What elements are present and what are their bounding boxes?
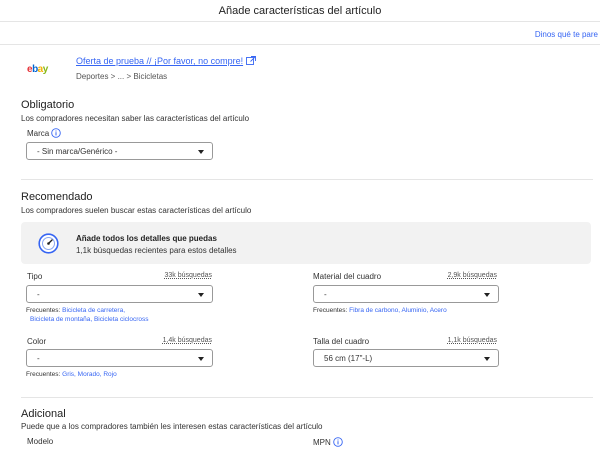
tipo-select-value: - [37, 290, 40, 299]
recommended-section-title: Recomendado [21, 191, 93, 203]
material-select[interactable]: - [313, 285, 499, 303]
additional-section-title: Adicional [21, 408, 66, 420]
material-frequent-link[interactable]: Fibra de carbono, Aluminio, Acero [349, 307, 447, 314]
chevron-down-icon [484, 293, 490, 297]
required-section-title: Obligatorio [21, 99, 75, 111]
chevron-down-icon [484, 357, 490, 361]
recommendation-banner: Añade todos los detalles que puedas 1,1k… [21, 222, 591, 264]
color-searches-count[interactable]: 1,4k búsquedas [130, 337, 212, 344]
brand-select[interactable]: - Sin marca/Genérico - [26, 142, 213, 160]
page-title: Añade características del artículo [218, 5, 382, 17]
color-frequent-link[interactable]: Gris, Morado, Rojo [62, 371, 117, 378]
external-link-icon [246, 56, 257, 65]
color-select[interactable]: - [26, 349, 213, 367]
talla-select[interactable]: 56 cm (17"-L) [313, 349, 499, 367]
item-title: Oferta de prueba // ¡Por favor, no compr… [76, 56, 244, 66]
modelo-label: Modelo [27, 437, 54, 446]
color-select-value: - [37, 354, 40, 363]
brand-label: Marca [27, 128, 61, 138]
chevron-down-icon [198, 293, 204, 297]
info-icon[interactable] [51, 128, 61, 138]
ebay-logo: ebay [27, 64, 48, 75]
material-frequent-values: Frecuentes: Fibra de carbono, Aluminio, … [313, 307, 447, 314]
tipo-frequent-link[interactable]: Bicicleta de montaña, Bicicleta ciclocro… [30, 316, 149, 323]
tipo-select[interactable]: - [26, 285, 213, 303]
material-label: Material del cuadro [313, 272, 382, 281]
banner-title: Añade todos los detalles que puedas [76, 234, 217, 243]
color-frequent-values: Frecuentes: Gris, Morado, Rojo [26, 371, 117, 378]
item-title-link[interactable]: Oferta de prueba // ¡Por favor, no compr… [76, 56, 257, 66]
mpn-label: MPN [313, 437, 343, 447]
header-divider [0, 44, 600, 45]
talla-label: Talla del cuadro [313, 337, 370, 346]
tipo-label: Tipo [27, 272, 43, 281]
category-breadcrumb: Deportes > ... > Bicicletas [76, 72, 168, 81]
talla-searches-count[interactable]: 1,1k búsquedas [415, 337, 497, 344]
recommended-section-description: Los compradores suelen buscar estas cara… [21, 206, 252, 215]
tipo-frequent-values: Frecuentes: Bicicleta de carretera, Bici… [26, 307, 149, 323]
chevron-down-icon [198, 357, 204, 361]
required-section-description: Los compradores necesitan saber las cara… [21, 114, 250, 123]
additional-section-description: Puede que a los compradores también les … [21, 422, 323, 431]
material-searches-count[interactable]: 2,9k búsquedas [415, 272, 497, 279]
gauge-icon [38, 233, 59, 254]
tipo-searches-count[interactable]: 33k búsquedas [130, 272, 212, 279]
tipo-frequent-link[interactable]: Bicicleta de carretera, [62, 307, 125, 314]
brand-select-value: - Sin marca/Genérico - [37, 147, 118, 156]
section-divider [21, 397, 593, 398]
talla-select-value: 56 cm (17"-L) [324, 354, 373, 363]
material-select-value: - [324, 290, 327, 299]
section-divider [21, 179, 593, 180]
page-header: Añade características del artículo [0, 0, 600, 22]
chevron-down-icon [198, 150, 204, 154]
info-icon[interactable] [333, 437, 343, 447]
feedback-link[interactable]: Dinos qué te pare [535, 30, 598, 39]
banner-subtitle: 1,1k búsquedas recientes para estos deta… [76, 246, 237, 255]
color-label: Color [27, 337, 47, 346]
